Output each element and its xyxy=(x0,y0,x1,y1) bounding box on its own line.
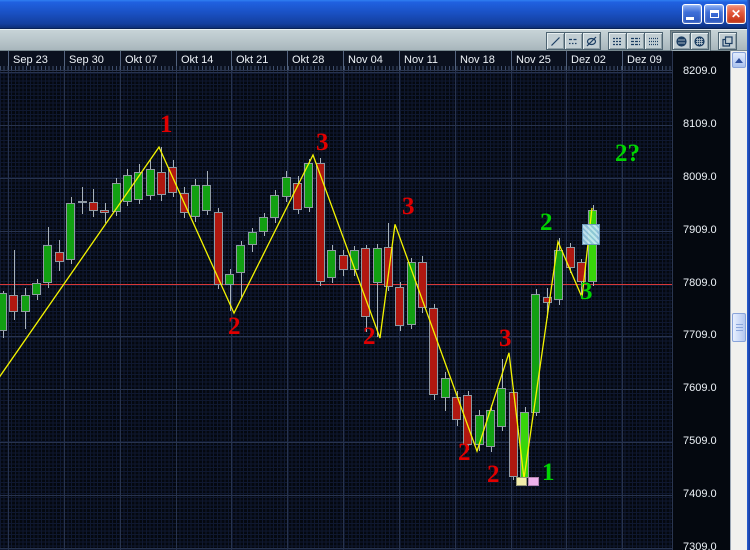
week-separator xyxy=(64,51,65,70)
date-axis: Sep 23 Sep 30 Okt 07 Okt 14 Okt 21 Okt 28 Nov … xyxy=(0,51,672,71)
vertical-scrollbar[interactable] xyxy=(730,51,747,550)
window-titlebar[interactable]: ✕ xyxy=(0,0,750,29)
price-label: 7909.0 xyxy=(683,223,717,236)
close-button[interactable]: ✕ xyxy=(726,4,746,24)
price-axis: 8209.0 8109.0 8009.0 7909.0 7809.0 7709.0 7609… xyxy=(672,51,730,550)
trend-channel-icon xyxy=(569,38,578,44)
scroll-up-button[interactable] xyxy=(732,52,746,68)
toolbar-group xyxy=(718,32,737,50)
date-label: Sep 23 xyxy=(13,54,48,66)
week-separator xyxy=(176,51,177,70)
toolbar-group xyxy=(608,32,663,50)
wave-count-label: 3 xyxy=(402,193,415,220)
wave-count-label: 3 xyxy=(580,278,593,305)
dashed-style-2-button[interactable] xyxy=(626,32,645,50)
pink-square-marker xyxy=(528,477,539,486)
chart-window: ✕ Sep 23 Sep 30 Okt 07 Okt 14 Okt 21 Okt 28 No… xyxy=(0,0,750,550)
arrow-up-icon xyxy=(735,57,743,63)
zigzag-overlay[interactable] xyxy=(0,71,672,550)
scrollbar-thumb[interactable] xyxy=(732,313,746,342)
week-separator xyxy=(566,51,567,70)
date-label: Nov 18 xyxy=(460,54,495,66)
date-label: Okt 14 xyxy=(181,54,214,66)
toolbar xyxy=(0,29,750,52)
date-label: Sep 30 xyxy=(69,54,104,66)
minimize-button[interactable] xyxy=(682,4,702,24)
wave-count-label: 2 xyxy=(228,313,241,340)
window-controls: ✕ xyxy=(682,4,746,24)
date-label: Nov 11 xyxy=(404,54,439,66)
week-separator xyxy=(622,51,623,70)
price-label: 7809.0 xyxy=(683,276,717,289)
thumb-grip-icon xyxy=(735,324,743,331)
maximize-button[interactable] xyxy=(704,4,724,24)
date-label: Dez 02 xyxy=(571,54,606,66)
maximize-icon xyxy=(709,10,719,18)
hatched-circle-pattern-button[interactable] xyxy=(690,32,709,50)
wave-count-label: 1 xyxy=(160,111,173,138)
week-separator xyxy=(455,51,456,70)
filled-circle-pattern-button[interactable] xyxy=(672,32,691,50)
dashed-style-3-button[interactable] xyxy=(644,32,663,50)
wave-count-label: 3 xyxy=(499,325,512,352)
close-icon: ✕ xyxy=(730,7,742,21)
toolbar-group xyxy=(670,30,711,52)
price-label: 7609.0 xyxy=(683,382,717,395)
trend-channel-button[interactable] xyxy=(564,32,583,50)
dashed-style-1-button[interactable] xyxy=(608,32,627,50)
trend-line-icon xyxy=(551,36,560,46)
dashed-style-1-icon xyxy=(613,37,622,45)
toolbar-group xyxy=(546,32,601,50)
week-separator xyxy=(343,51,344,70)
wave-count-label: 2 xyxy=(363,323,376,350)
wave-count-label: 2 xyxy=(540,209,553,236)
price-label: 7309.0 xyxy=(683,540,717,550)
filled-circle-pattern-icon xyxy=(676,35,687,47)
price-label: 7709.0 xyxy=(683,329,717,342)
dashed-style-2-icon xyxy=(631,37,640,45)
week-separator xyxy=(120,51,121,70)
yellow-square-marker xyxy=(516,477,527,486)
date-label: Okt 21 xyxy=(236,54,269,66)
cascade-windows-button[interactable] xyxy=(718,32,737,50)
hatched-circle-pattern-icon xyxy=(694,35,705,47)
week-separator xyxy=(287,51,288,70)
price-label: 8209.0 xyxy=(683,65,717,77)
crossed-ellipse-icon xyxy=(586,36,597,46)
date-label: Okt 07 xyxy=(125,54,158,66)
price-label: 7409.0 xyxy=(683,488,717,500)
toolbar-button-groups xyxy=(539,30,737,52)
date-label: Okt 28 xyxy=(292,54,325,66)
minimize-icon xyxy=(685,17,694,20)
week-separator xyxy=(399,51,400,70)
wave-count-label: 3 xyxy=(316,129,329,156)
date-label: Nov 25 xyxy=(516,54,551,66)
trend-line-button[interactable] xyxy=(546,32,565,50)
price-label: 8109.0 xyxy=(683,117,717,130)
crossed-ellipse-button[interactable] xyxy=(582,32,601,50)
wave-count-label: 2 xyxy=(487,461,500,488)
wave-count-label: 2 xyxy=(458,439,471,466)
week-separator xyxy=(8,51,9,70)
cascade-windows-icon xyxy=(722,35,733,47)
dashed-style-3-icon xyxy=(649,37,658,45)
wave-count-label: 2? xyxy=(615,140,640,167)
price-label: 7509.0 xyxy=(683,435,717,448)
chart-plot-area[interactable]: 1 2 3 2 3 2 3 2 1 2 3 2? xyxy=(0,71,672,550)
date-label: Nov 04 xyxy=(348,54,383,66)
wave-count-label: 1 xyxy=(542,459,555,486)
date-label: Dez 09 xyxy=(627,54,662,66)
week-separator xyxy=(511,51,512,70)
week-separator xyxy=(231,51,232,70)
price-label: 8009.0 xyxy=(683,170,717,183)
selection-handle[interactable] xyxy=(582,224,600,245)
